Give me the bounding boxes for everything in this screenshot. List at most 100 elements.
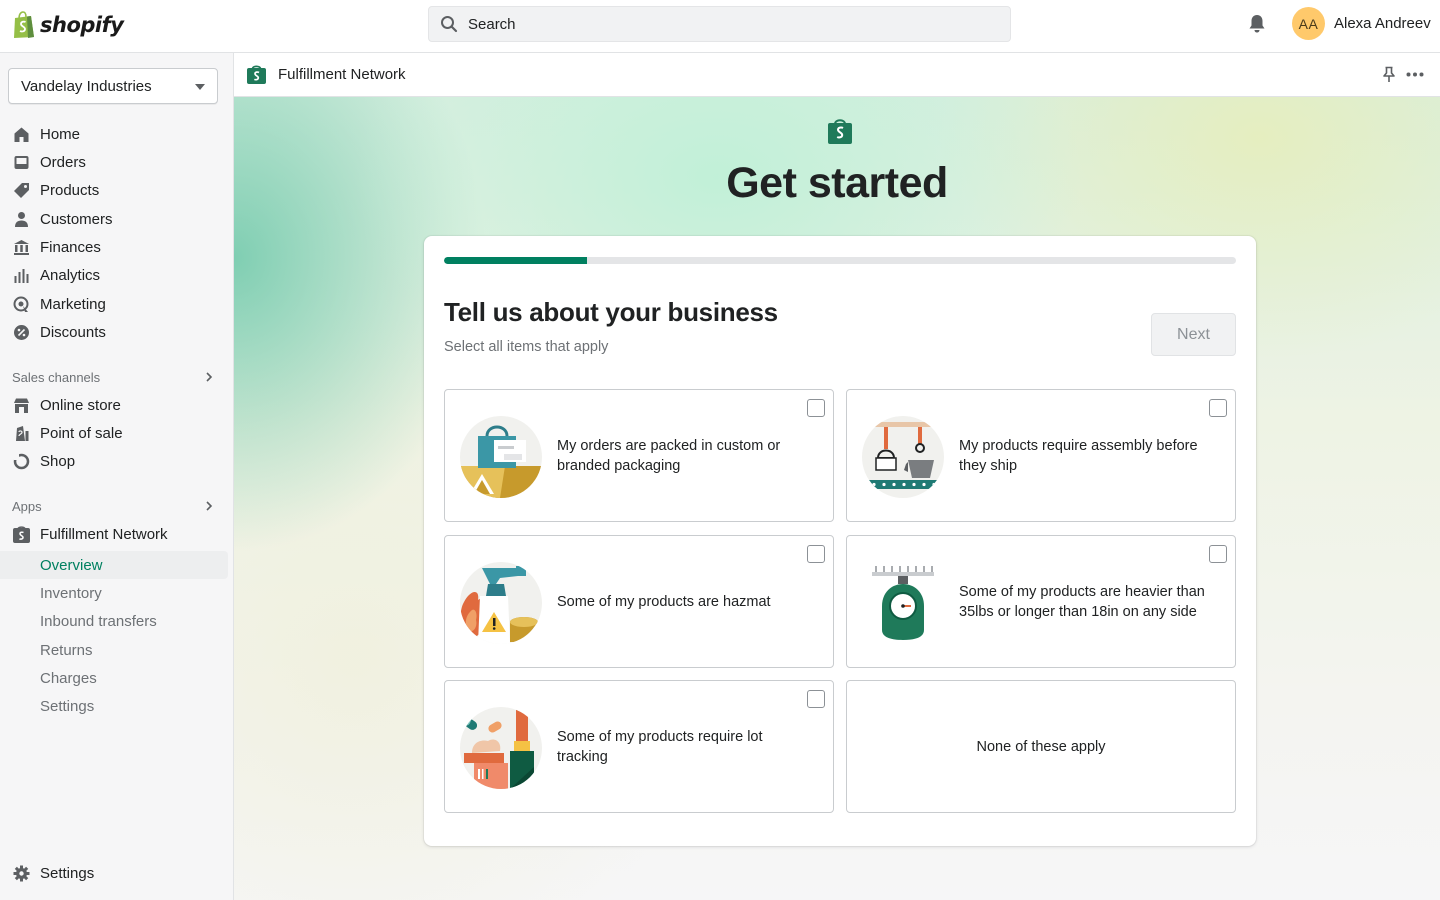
shopify-bag-icon <box>14 11 34 38</box>
sidebar-item-label: Shop <box>40 452 76 470</box>
shopify-logo[interactable]: shopify <box>12 11 124 39</box>
brand-name: shopify <box>40 13 124 37</box>
top-bar: shopify AA Alexa Andreev <box>0 0 1440 53</box>
sidebar-item-label: Marketing <box>40 295 106 313</box>
option-text: Some of my products require lot tracking <box>557 728 763 765</box>
chevron-right-icon[interactable] <box>203 500 215 512</box>
store-selector[interactable]: Vandelay Industries <box>8 68 218 104</box>
sales-channels-title: Sales channels <box>12 370 101 385</box>
gear-icon <box>13 865 30 882</box>
shopify-bag-icon <box>247 65 266 84</box>
sidebar-subitem-settings[interactable]: Settings <box>0 692 228 720</box>
sidebar-subitem-label: Settings <box>40 697 95 715</box>
option-text: Some of my products are hazmat <box>557 593 771 610</box>
option-card-packaging[interactable]: My orders are packed in custom or brande… <box>444 389 834 522</box>
sidebar-item-marketing[interactable]: Marketing <box>0 290 228 318</box>
sidebar-item-fulfillment-network[interactable]: Fulfillment Network <box>0 520 228 548</box>
card-title: Tell us about your business <box>444 297 778 327</box>
sidebar-item-label: Analytics <box>40 266 101 284</box>
bank-icon <box>14 240 29 255</box>
sidebar-subitem-label: Overview <box>40 556 103 574</box>
sidebar-subitem-inventory[interactable]: Inventory <box>0 579 228 607</box>
user-name[interactable]: Alexa Andreev <box>1334 15 1431 32</box>
sidebar-item-products[interactable]: Products <box>0 176 228 204</box>
option-text: Some of my products are heavier than 35l… <box>959 583 1205 620</box>
option-card-none[interactable]: None of these apply <box>846 680 1236 813</box>
app-title: Fulfillment Network <box>278 66 406 83</box>
sidebar-subitem-label: Inbound transfers <box>40 612 157 630</box>
store-name: Vandelay Industries <box>21 77 152 95</box>
bar-chart-icon <box>14 269 29 283</box>
sidebar-subitem-label: Returns <box>40 641 93 659</box>
person-icon <box>15 212 28 227</box>
assembly-illustration <box>862 416 944 498</box>
option-checkbox[interactable] <box>1209 545 1227 563</box>
pos-icon <box>16 426 29 441</box>
option-checkbox[interactable] <box>807 690 825 708</box>
shopify-bag-icon <box>13 526 30 543</box>
sidebar-item-finances[interactable]: Finances <box>0 233 228 261</box>
sidebar-item-discounts[interactable]: Discounts <box>0 318 228 346</box>
sidebar-item-label: Home <box>40 125 81 143</box>
home-icon <box>14 127 29 142</box>
sidebar-item-analytics[interactable]: Analytics <box>0 261 228 289</box>
lot-tracking-illustration <box>460 707 542 789</box>
bell-icon[interactable] <box>1247 13 1267 34</box>
apps-title: Apps <box>12 499 42 514</box>
tag-icon <box>14 183 29 198</box>
main-content: Get started Tell us about your business … <box>234 97 1440 900</box>
sidebar-item-shop[interactable]: Shop <box>0 447 228 475</box>
option-text: None of these apply <box>976 738 1106 755</box>
option-card-assembly[interactable]: My products require assembly before they… <box>846 389 1236 522</box>
orders-icon <box>14 156 29 169</box>
sidebar-item-label: Settings <box>40 864 95 882</box>
progress-fill <box>444 257 587 264</box>
next-button[interactable]: Next <box>1151 313 1236 356</box>
option-checkbox[interactable] <box>807 399 825 417</box>
sidebar-item-label: Fulfillment Network <box>40 525 168 543</box>
sidebar-item-label: Products <box>40 181 100 199</box>
store-icon <box>14 398 29 413</box>
option-card-heavy[interactable]: Some of my products are heavier than 35l… <box>846 535 1236 668</box>
shop-icon <box>13 453 30 470</box>
avatar[interactable]: AA <box>1292 7 1325 40</box>
option-card-hazmat[interactable]: Some of my products are hazmat <box>444 535 834 668</box>
sidebar-subitem-returns[interactable]: Returns <box>0 636 228 664</box>
sidebar-item-orders[interactable]: Orders <box>0 148 228 176</box>
more-horizontal-icon[interactable] <box>1406 66 1424 83</box>
sidebar-item-label: Discounts <box>40 323 106 341</box>
target-icon <box>13 296 29 312</box>
caret-down-icon <box>195 84 205 90</box>
hazmat-illustration <box>460 562 542 644</box>
chevron-right-icon[interactable] <box>203 371 215 383</box>
sidebar-item-point-of-sale[interactable]: Point of sale <box>0 419 228 447</box>
sidebar-item-home[interactable]: Home <box>0 120 228 148</box>
sidebar-item-settings[interactable]: Settings <box>0 859 228 887</box>
option-checkbox[interactable] <box>1209 399 1227 417</box>
option-text: My orders are packed in custom or brande… <box>557 437 781 474</box>
sidebar-item-label: Online store <box>40 396 121 414</box>
sidebar-subitem-inbound-transfers[interactable]: Inbound transfers <box>0 607 228 635</box>
option-text: My products require assembly before they… <box>959 437 1198 474</box>
onboarding-card: Tell us about your business Select all i… <box>424 236 1256 846</box>
page-title: Get started <box>726 159 948 207</box>
search-bar[interactable] <box>428 6 1011 42</box>
shopify-bag-icon <box>828 119 852 144</box>
sidebar-item-online-store[interactable]: Online store <box>0 391 228 419</box>
sidebar-item-customers[interactable]: Customers <box>0 205 228 233</box>
sidebar-subitem-label: Inventory <box>40 584 102 602</box>
sidebar-subitem-label: Charges <box>40 669 97 687</box>
option-checkbox[interactable] <box>807 545 825 563</box>
sidebar-item-label: Point of sale <box>40 424 123 442</box>
card-subtitle: Select all items that apply <box>444 339 609 355</box>
progress-bar <box>444 257 1236 264</box>
search-icon <box>441 16 458 33</box>
app-header: Fulfillment Network <box>234 53 1440 97</box>
discount-icon <box>14 325 29 340</box>
sidebar-subitem-overview[interactable]: Overview <box>0 551 228 579</box>
pin-icon[interactable] <box>1382 66 1396 83</box>
sidebar-item-label: Finances <box>40 238 101 256</box>
search-input[interactable] <box>468 15 968 33</box>
sidebar-subitem-charges[interactable]: Charges <box>0 664 228 692</box>
option-card-lot-tracking[interactable]: Some of my products require lot tracking <box>444 680 834 813</box>
